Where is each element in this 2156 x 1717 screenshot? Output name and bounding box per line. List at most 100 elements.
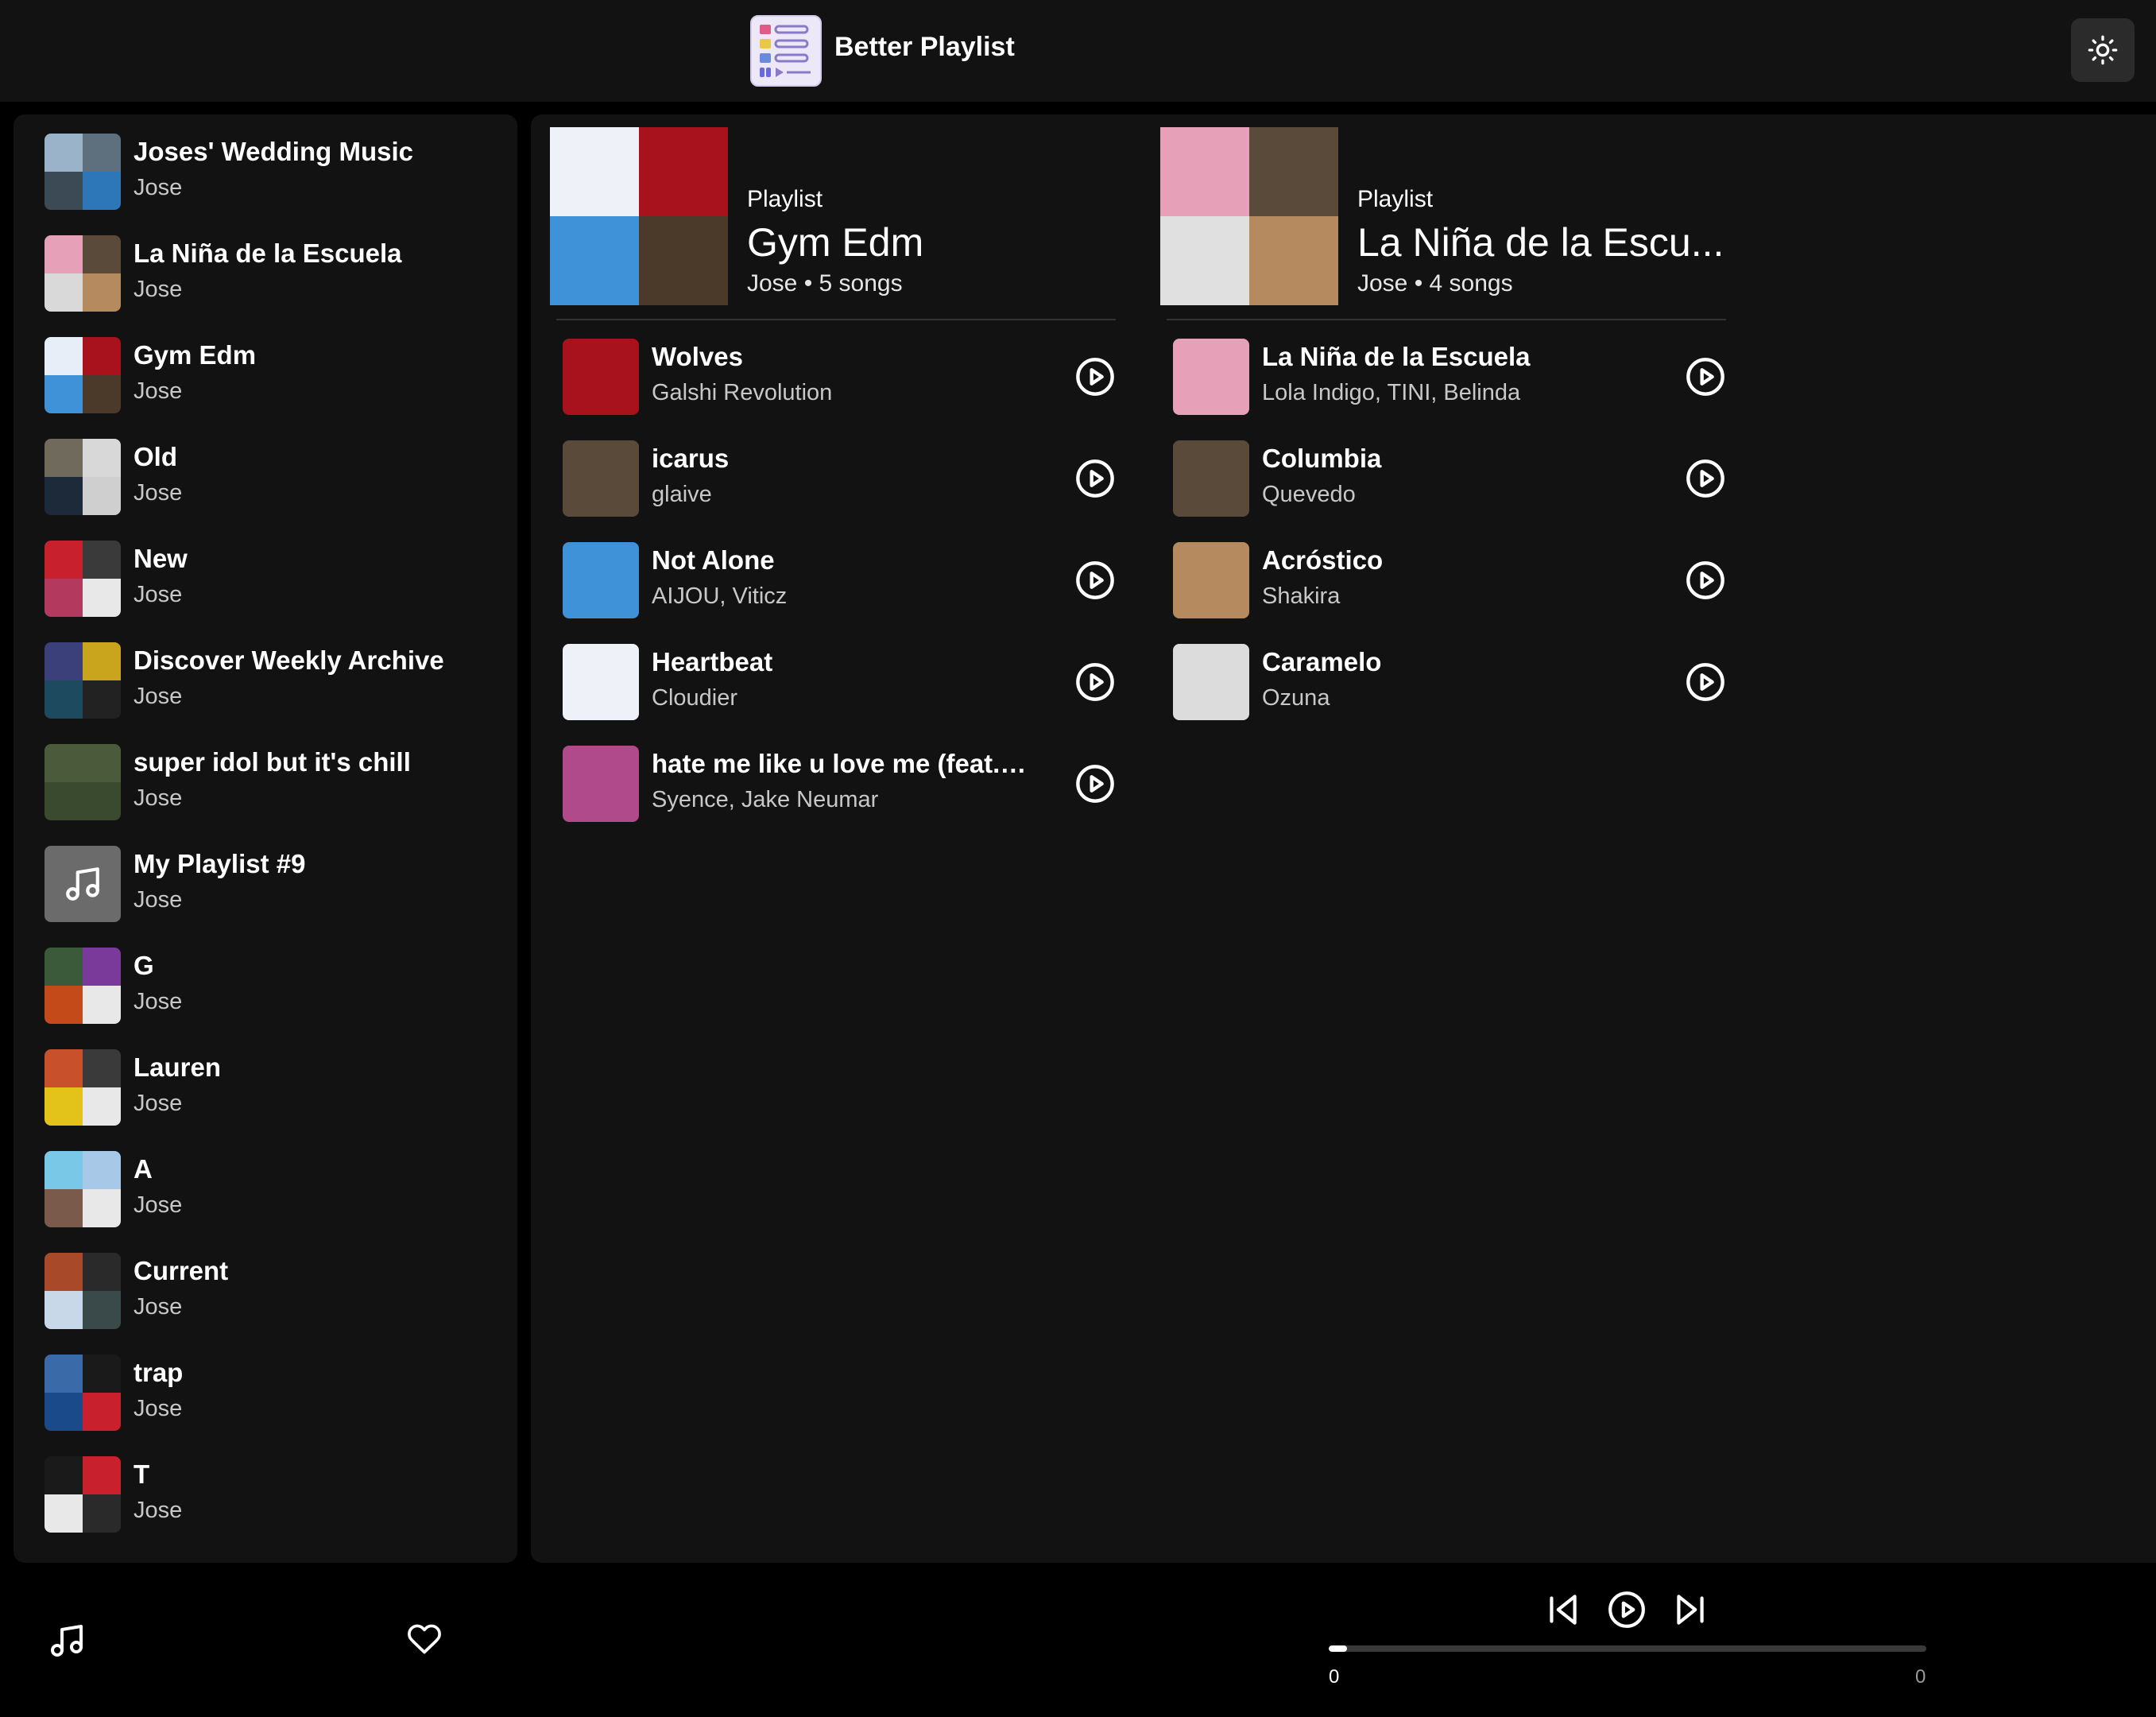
play-song-button[interactable] bbox=[1685, 560, 1726, 601]
song-cover bbox=[563, 339, 639, 415]
song-title: Acróstico bbox=[1262, 545, 1384, 575]
play-circle-icon bbox=[1076, 358, 1114, 396]
theme-toggle-button[interactable] bbox=[2071, 18, 2135, 82]
play-circle-icon bbox=[1608, 1591, 1645, 1628]
playlist-owner: Jose bbox=[134, 480, 183, 506]
main-content: Playlist Gym Edm Jose • 5 songs Wolves Galsh… bbox=[531, 114, 2156, 1563]
sidebar-playlist-item[interactable]: T Jose bbox=[45, 1456, 505, 1533]
song-artist: Shakira bbox=[1262, 583, 1341, 609]
song-title: Not Alone bbox=[652, 545, 775, 575]
song-row[interactable]: La Niña de la Escuela Lola Indigo, TINI, … bbox=[1173, 339, 1726, 415]
song-artist: Quevedo bbox=[1262, 482, 1356, 507]
playlist-cover bbox=[45, 1456, 121, 1533]
song-row[interactable]: Caramelo Ozuna bbox=[1173, 644, 1726, 720]
song-title: Columbia bbox=[1262, 444, 1382, 473]
playlist-name: Lauren bbox=[134, 1052, 222, 1082]
playlist-cover bbox=[45, 1355, 121, 1431]
sidebar-playlist-item[interactable]: trap Jose bbox=[45, 1355, 505, 1431]
song-row[interactable]: Heartbeat Cloudier bbox=[563, 644, 1116, 720]
play-song-button[interactable] bbox=[1074, 458, 1116, 499]
play-circle-icon bbox=[1686, 358, 1724, 396]
playlist-owner: Jose bbox=[134, 1396, 183, 1421]
play-song-button[interactable] bbox=[1074, 763, 1116, 804]
song-cover bbox=[1173, 644, 1249, 720]
song-artist: glaive bbox=[652, 482, 712, 507]
play-circle-icon bbox=[1686, 663, 1724, 701]
song-title: La Niña de la Escuela bbox=[1262, 342, 1531, 371]
player-bar bbox=[0, 1563, 2156, 1717]
playlist-name: trap bbox=[134, 1358, 184, 1387]
play-song-button[interactable] bbox=[1074, 356, 1116, 397]
playlist-name: My Playlist #9 bbox=[134, 849, 306, 878]
progress-fill bbox=[1329, 1645, 1347, 1652]
sidebar-playlist-item[interactable]: G Jose bbox=[45, 948, 505, 1024]
playlist-type-label: Playlist bbox=[1357, 186, 1434, 212]
playlist-cover bbox=[45, 439, 121, 515]
progress-slider[interactable] bbox=[1329, 1645, 1926, 1652]
song-cover bbox=[563, 542, 639, 618]
song-cover bbox=[1173, 542, 1249, 618]
sidebar-playlist-item[interactable]: Discover Weekly Archive Jose bbox=[45, 642, 505, 719]
song-cover bbox=[563, 746, 639, 822]
song-title: hate me like u love me (feat. j... bbox=[652, 749, 1033, 778]
playlist-type-label: Playlist bbox=[747, 186, 823, 212]
playlist-cover bbox=[45, 642, 121, 719]
playlist-column: Playlist La Niña de la Escu... Jose • 4 so… bbox=[1160, 127, 1726, 843]
playlist-name: Old bbox=[134, 442, 177, 471]
previous-track-button[interactable] bbox=[1543, 1590, 1583, 1630]
song-artist: Lola Indigo, TINI, Belinda bbox=[1262, 380, 1521, 405]
playlist-owner: Jose bbox=[134, 378, 183, 404]
song-cover bbox=[1173, 339, 1249, 415]
play-song-button[interactable] bbox=[1074, 661, 1116, 703]
song-artist: AIJOU, Viticz bbox=[652, 583, 788, 609]
play-song-button[interactable] bbox=[1685, 661, 1726, 703]
playlist-name: New bbox=[134, 544, 188, 573]
sidebar-playlist-item[interactable]: Lauren Jose bbox=[45, 1049, 505, 1126]
music-note-icon[interactable] bbox=[48, 1622, 86, 1660]
playlist-owner: Jose bbox=[134, 989, 183, 1014]
play-circle-icon bbox=[1076, 459, 1114, 498]
playlist-cover bbox=[45, 948, 121, 1024]
playlist-cover bbox=[1160, 127, 1338, 305]
playlist-name: A bbox=[134, 1154, 153, 1184]
sidebar-playlist-item[interactable]: super idol but it's chill Jose bbox=[45, 744, 505, 820]
top-bar: Better Playlist bbox=[0, 0, 2156, 102]
divider bbox=[1167, 319, 1726, 320]
playlist-cover bbox=[45, 1049, 121, 1126]
heart-icon[interactable] bbox=[407, 1622, 445, 1660]
song-artist: Galshi Revolution bbox=[652, 380, 833, 405]
play-song-button[interactable] bbox=[1685, 458, 1726, 499]
song-row[interactable]: hate me like u love me (feat. j... Syence… bbox=[563, 746, 1116, 822]
sidebar-playlist-item[interactable]: Gym Edm Jose bbox=[45, 337, 505, 413]
playlist-cover bbox=[45, 846, 121, 922]
play-song-button[interactable] bbox=[1685, 356, 1726, 397]
song-row[interactable]: Columbia Quevedo bbox=[1173, 440, 1726, 517]
song-cover bbox=[563, 440, 639, 517]
playlist-name: Gym Edm bbox=[134, 340, 257, 370]
play-button[interactable] bbox=[1607, 1590, 1647, 1630]
sidebar-playlist-item[interactable]: La Niña de la Escuela Jose bbox=[45, 235, 505, 312]
app-title: Better Playlist bbox=[834, 32, 1015, 62]
song-row[interactable]: Not Alone AIJOU, Viticz bbox=[563, 542, 1116, 618]
song-row[interactable]: Wolves Galshi Revolution bbox=[563, 339, 1116, 415]
playlist-cover bbox=[550, 127, 728, 305]
sidebar-playlist-item[interactable]: Current Jose bbox=[45, 1253, 505, 1329]
sidebar-playlist-item[interactable]: My Playlist #9 Jose bbox=[45, 846, 505, 922]
playlist-owner: Jose bbox=[134, 175, 183, 200]
song-artist: Ozuna bbox=[1262, 685, 1330, 711]
playlist-owner: Jose bbox=[134, 785, 183, 811]
skip-forward-icon bbox=[1677, 1595, 1704, 1625]
playlist-cover bbox=[45, 744, 121, 820]
playlist-name: Current bbox=[134, 1256, 229, 1285]
song-artist: Cloudier bbox=[652, 685, 737, 711]
song-row[interactable]: icarus glaive bbox=[563, 440, 1116, 517]
sidebar-playlist-item[interactable]: Joses' Wedding Music Jose bbox=[45, 134, 505, 210]
sun-icon bbox=[2088, 35, 2118, 65]
sidebar-playlist-item[interactable]: Old Jose bbox=[45, 439, 505, 515]
play-song-button[interactable] bbox=[1074, 560, 1116, 601]
playlist-title: Gym Edm bbox=[747, 220, 924, 265]
sidebar-playlist-item[interactable]: A Jose bbox=[45, 1151, 505, 1227]
song-row[interactable]: Acróstico Shakira bbox=[1173, 542, 1726, 618]
sidebar-playlist-item[interactable]: New Jose bbox=[45, 541, 505, 617]
next-track-button[interactable] bbox=[1670, 1590, 1710, 1630]
